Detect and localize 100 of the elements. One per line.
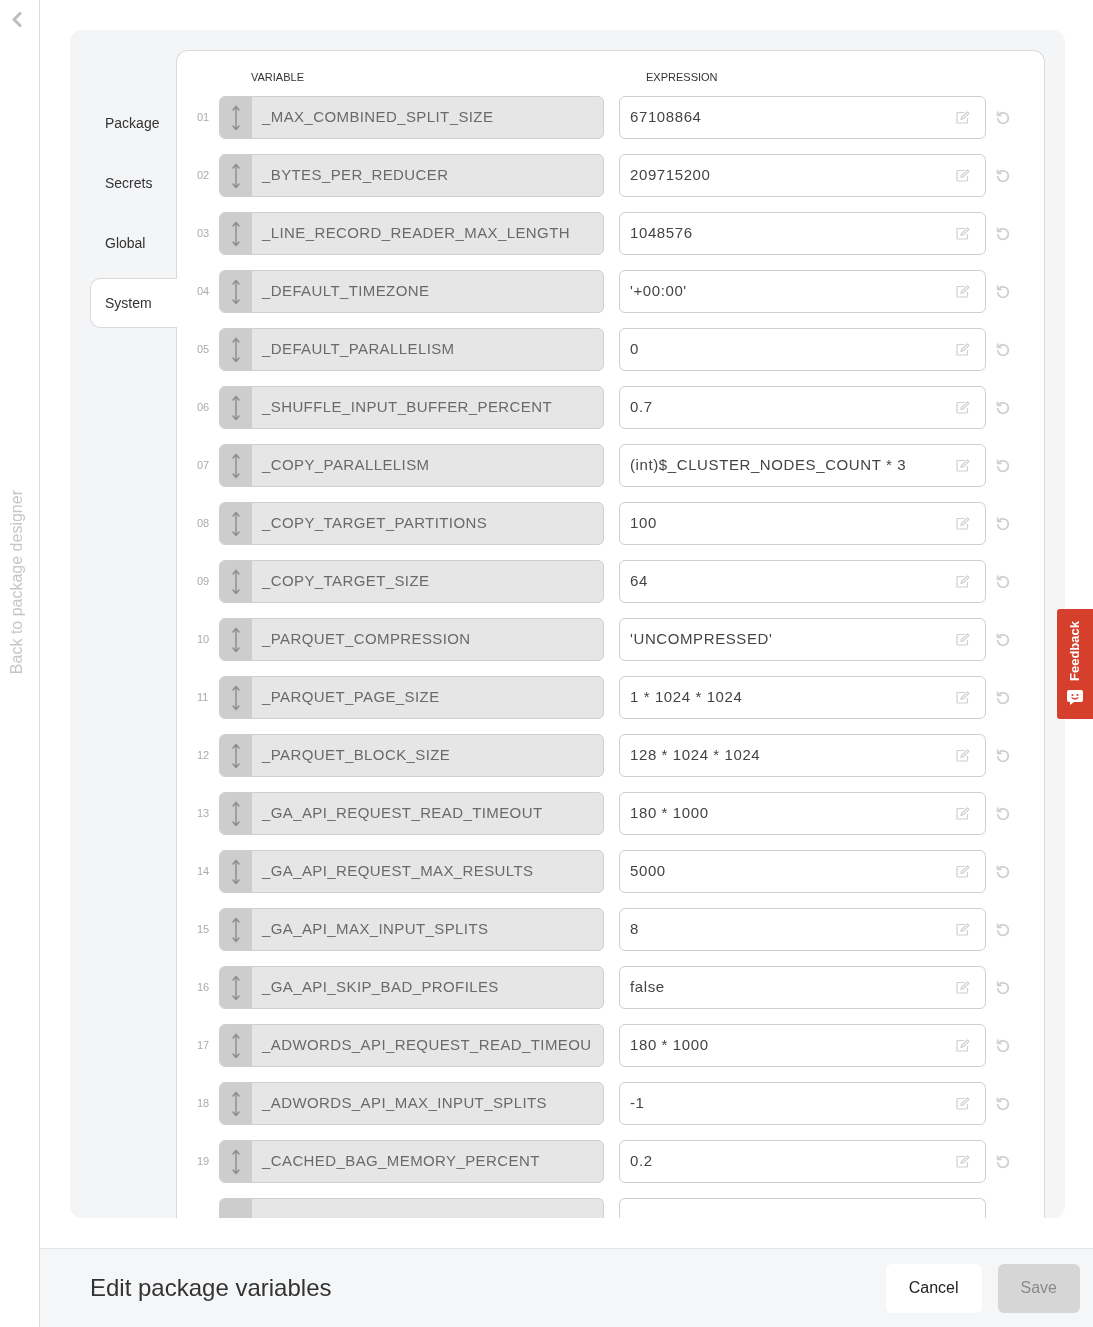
drag-handle[interactable] <box>220 1083 252 1124</box>
expression-field[interactable]: 64 <box>619 560 986 603</box>
expression-field[interactable]: false <box>619 966 986 1009</box>
tab[interactable]: System <box>90 278 177 328</box>
double-arrow-icon <box>232 858 240 885</box>
edit-icon[interactable] <box>956 343 970 356</box>
undo-icon[interactable] <box>996 284 1010 299</box>
expression-field[interactable]: 0.2 <box>619 1140 986 1183</box>
undo-icon[interactable] <box>996 632 1010 647</box>
double-arrow-icon <box>232 220 240 247</box>
drag-handle[interactable] <box>220 1199 252 1218</box>
edit-icon[interactable] <box>956 227 970 240</box>
undo-icon[interactable] <box>996 748 1010 763</box>
drag-handle[interactable] <box>220 387 252 428</box>
row-number: 14 <box>197 864 211 880</box>
edit-icon[interactable] <box>956 865 970 878</box>
variable-name: _DEFAULT_TIMEZONE <box>260 281 430 302</box>
undo-icon[interactable] <box>996 458 1010 473</box>
edit-icon[interactable] <box>956 1155 970 1168</box>
drag-handle[interactable] <box>220 561 252 602</box>
variable-name: _ADWORDS_API_REQUEST_READ_TIMEOU <box>260 1035 592 1056</box>
edit-icon[interactable] <box>956 517 970 530</box>
undo-icon[interactable] <box>996 1096 1010 1111</box>
edit-icon[interactable] <box>956 691 970 704</box>
tab[interactable]: Secrets <box>90 158 176 208</box>
drag-handle[interactable] <box>220 619 252 660</box>
edit-icon[interactable] <box>956 923 970 936</box>
drag-handle[interactable] <box>220 445 252 486</box>
expression-field[interactable]: 209715200 <box>619 154 986 197</box>
dialog-title: Edit package variables <box>90 1273 332 1303</box>
cancel-button[interactable]: Cancel <box>885 1263 982 1313</box>
drag-handle[interactable] <box>220 793 252 834</box>
drag-handle[interactable] <box>220 735 252 776</box>
drag-handle[interactable] <box>220 851 252 892</box>
drag-handle[interactable] <box>220 213 252 254</box>
edit-icon[interactable] <box>956 575 970 588</box>
drag-handle[interactable] <box>220 503 252 544</box>
variable-name: _PARQUET_COMPRESSION <box>260 629 471 650</box>
drag-handle[interactable] <box>220 271 252 312</box>
undo-icon[interactable] <box>996 110 1010 125</box>
double-arrow-icon <box>232 162 240 189</box>
drag-handle[interactable] <box>220 967 252 1008</box>
drag-handle[interactable] <box>220 677 252 718</box>
expression-field[interactable]: 180 * 1000 <box>619 1024 986 1067</box>
edit-icon[interactable] <box>956 169 970 182</box>
edit-icon[interactable] <box>956 633 970 646</box>
drag-handle[interactable] <box>220 329 252 370</box>
expression-field[interactable]: 5000 <box>619 850 986 893</box>
drag-handle[interactable] <box>220 1141 252 1182</box>
edit-icon[interactable] <box>956 401 970 414</box>
variable-name: _GA_API_REQUEST_MAX_RESULTS <box>260 861 534 882</box>
drag-handle[interactable] <box>220 909 252 950</box>
expression-field[interactable]: 1048576 <box>619 212 986 255</box>
undo-icon[interactable] <box>996 864 1010 879</box>
undo-icon[interactable] <box>996 516 1010 531</box>
undo-icon[interactable] <box>996 806 1010 821</box>
drag-handle[interactable] <box>220 1025 252 1066</box>
variable-name: _PARQUET_PAGE_SIZE <box>260 687 440 708</box>
expression-field[interactable]: -1 <box>619 1082 986 1125</box>
tab[interactable]: Package <box>90 98 176 148</box>
undo-icon[interactable] <box>996 980 1010 995</box>
drag-handle[interactable] <box>220 97 252 138</box>
tab[interactable]: Global <box>90 218 176 268</box>
expression-field[interactable]: 0.7 <box>619 386 986 429</box>
expression-field[interactable]: 0 <box>619 328 986 371</box>
edit-icon[interactable] <box>956 285 970 298</box>
feedback-tab[interactable]: Feedback <box>1057 609 1093 719</box>
expression-field[interactable]: (int)$_CLUSTER_NODES_COUNT * 3 <box>619 444 986 487</box>
edit-icon[interactable] <box>956 1039 970 1052</box>
undo-icon[interactable] <box>996 226 1010 241</box>
edit-icon[interactable] <box>956 459 970 472</box>
undo-icon[interactable] <box>996 400 1010 415</box>
undo-icon[interactable] <box>996 1038 1010 1053</box>
undo-icon[interactable] <box>996 690 1010 705</box>
expression-field[interactable]: 100 <box>619 502 986 545</box>
expression-field[interactable]: 'UNCOMPRESSED' <box>619 618 986 661</box>
edit-icon[interactable] <box>956 981 970 994</box>
expression-field[interactable]: 8 <box>619 908 986 951</box>
variable-name: _LINE_RECORD_READER_MAX_LENGTH <box>260 223 570 244</box>
back-icon[interactable] <box>11 12 22 27</box>
double-arrow-icon <box>232 626 240 653</box>
expression-field[interactable]: 128 * 1024 * 1024 <box>619 734 986 777</box>
edit-icon[interactable] <box>956 1097 970 1110</box>
edit-icon[interactable] <box>956 111 970 124</box>
variable-name: _MAX_COMBINED_SPLIT_SIZE <box>260 107 494 128</box>
expression-field[interactable] <box>619 1198 986 1218</box>
undo-icon[interactable] <box>996 922 1010 937</box>
expression-field[interactable]: 67108864 <box>619 96 986 139</box>
row-number: 19 <box>197 1154 211 1170</box>
undo-icon[interactable] <box>996 574 1010 589</box>
expression-field[interactable]: 180 * 1000 <box>619 792 986 835</box>
expression-field[interactable]: 1 * 1024 * 1024 <box>619 676 986 719</box>
undo-icon[interactable] <box>996 168 1010 183</box>
variable-name: _COPY_PARALLELISM <box>260 455 430 476</box>
edit-icon[interactable] <box>956 807 970 820</box>
edit-icon[interactable] <box>956 749 970 762</box>
undo-icon[interactable] <box>996 1154 1010 1169</box>
expression-field[interactable]: '+00:00' <box>619 270 986 313</box>
drag-handle[interactable] <box>220 155 252 196</box>
undo-icon[interactable] <box>996 342 1010 357</box>
